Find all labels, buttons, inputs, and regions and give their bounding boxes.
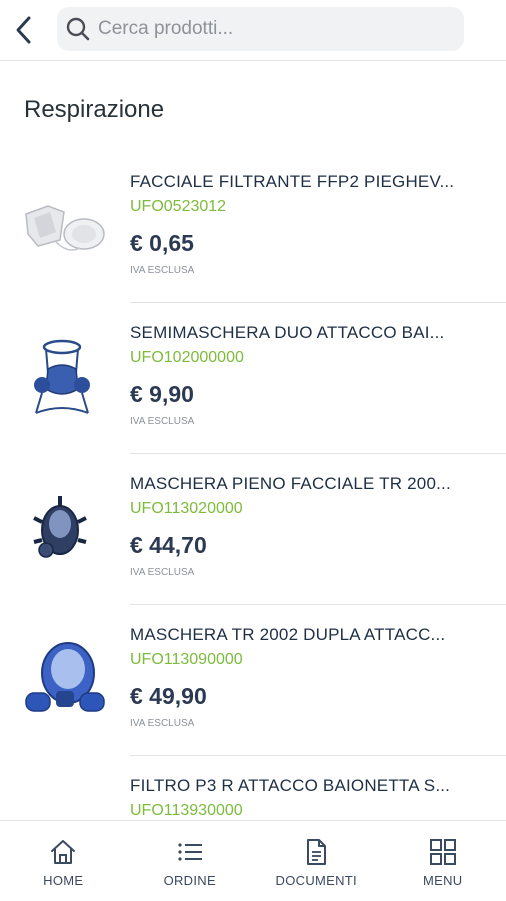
product-item[interactable]: MASCHERA TR 2002 DUPLA ATTACC... UFO1130… xyxy=(0,605,506,756)
vat-label: IVA ESCLUSA xyxy=(130,567,194,578)
vat-label: IVA ESCLUSA xyxy=(130,416,194,427)
back-button[interactable] xyxy=(8,12,40,48)
product-image xyxy=(20,333,110,423)
product-image xyxy=(20,484,110,574)
product-code: UFO102000000 xyxy=(130,349,244,367)
product-name: FACCIALE FILTRANTE FFP2 PIEGHEV... xyxy=(130,172,486,192)
list-icon xyxy=(175,837,205,867)
product-code: UFO113020000 xyxy=(130,500,243,518)
product-code: UFO113930000 xyxy=(130,802,243,820)
product-code: UFO0523012 xyxy=(130,198,226,216)
nav-ordine[interactable]: ORDINE xyxy=(127,821,254,901)
product-price: € 9,90 xyxy=(130,381,194,408)
product-price: € 49,90 xyxy=(130,683,207,710)
vat-label: IVA ESCLUSA xyxy=(130,718,194,729)
nav-ordine-label: ORDINE xyxy=(164,873,216,888)
product-name: FILTRO P3 R ATTACCO BAIONETTA S... xyxy=(130,776,486,796)
document-icon xyxy=(301,837,331,867)
search-icon xyxy=(65,16,91,42)
bottom-navigation: HOME ORDINE DOCUMENTI MENU xyxy=(0,820,506,901)
product-name: MASCHERA TR 2002 DUPLA ATTACC... xyxy=(130,625,486,645)
top-bar: Cerca prodotti... xyxy=(0,0,506,61)
home-icon xyxy=(48,837,78,867)
grid-icon xyxy=(428,837,458,867)
product-price: € 44,70 xyxy=(130,532,207,559)
product-code: UFO113090000 xyxy=(130,651,243,669)
product-name: MASCHERA PIENO FACCIALE TR 200... xyxy=(130,474,486,494)
product-item[interactable]: FILTRO P3 R ATTACCO BAIONETTA S... UFO11… xyxy=(0,756,506,820)
nav-documenti-label: DOCUMENTI xyxy=(276,873,357,888)
product-image xyxy=(20,635,110,725)
product-item[interactable]: FACCIALE FILTRANTE FFP2 PIEGHEV... UFO05… xyxy=(0,152,506,303)
nav-menu[interactable]: MENU xyxy=(380,821,506,901)
search-input[interactable]: Cerca prodotti... xyxy=(98,18,233,40)
product-price: € 0,65 xyxy=(130,230,194,257)
nav-documenti[interactable]: DOCUMENTI xyxy=(253,821,380,901)
vat-label: IVA ESCLUSA xyxy=(130,265,194,276)
product-list: FACCIALE FILTRANTE FFP2 PIEGHEV... UFO05… xyxy=(0,152,506,820)
product-item[interactable]: MASCHERA PIENO FACCIALE TR 200... UFO113… xyxy=(0,454,506,605)
product-image xyxy=(20,786,110,820)
product-image xyxy=(20,182,110,272)
nav-home[interactable]: HOME xyxy=(0,821,127,901)
nav-menu-label: MENU xyxy=(423,873,462,888)
search-bar[interactable]: Cerca prodotti... xyxy=(57,7,464,51)
section-title: Respirazione xyxy=(24,96,164,124)
chevron-left-icon xyxy=(13,15,35,45)
nav-home-label: HOME xyxy=(43,873,83,888)
product-item[interactable]: SEMIMASCHERA DUO ATTACCO BAI... UFO10200… xyxy=(0,303,506,454)
product-name: SEMIMASCHERA DUO ATTACCO BAI... xyxy=(130,323,486,343)
